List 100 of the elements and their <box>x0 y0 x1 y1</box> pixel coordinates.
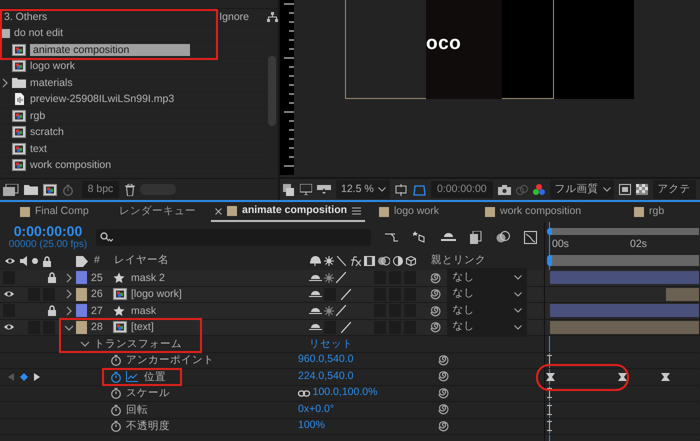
sun-icon[interactable] <box>324 272 334 283</box>
project-item[interactable]: rgb <box>30 110 46 122</box>
stopwatch-icon[interactable] <box>110 404 122 416</box>
pick-whip-icon[interactable] <box>430 304 442 317</box>
transparency-grid-icon[interactable] <box>636 184 648 195</box>
layer-name[interactable]: mask <box>131 304 309 317</box>
layer-name[interactable]: mask 2 <box>131 272 309 284</box>
shy-switch-icon[interactable] <box>309 306 322 316</box>
zoom-dropdown[interactable]: 12.5 % <box>336 180 390 200</box>
project-item[interactable]: do not edit <box>14 27 64 40</box>
eye-icon[interactable] <box>3 289 15 300</box>
layer-name[interactable]: [logo work] <box>131 288 309 300</box>
lock-icon[interactable] <box>47 305 57 316</box>
graph-icon[interactable] <box>126 371 138 382</box>
project-item[interactable]: materials <box>30 76 73 89</box>
graph-editor-icon[interactable] <box>524 230 537 244</box>
frame-blending-icon[interactable] <box>470 230 482 244</box>
chevron-down-icon[interactable] <box>80 339 90 348</box>
stopwatch-icon[interactable] <box>110 387 122 400</box>
trash-icon[interactable] <box>124 184 135 196</box>
column-header[interactable]: 3. Others <box>4 10 48 23</box>
chevron-right-icon[interactable] <box>1 78 9 88</box>
reset-link[interactable]: リセット <box>309 338 544 350</box>
eye-icon[interactable] <box>3 322 15 332</box>
column-header[interactable]: 親とリンク <box>423 253 486 269</box>
rgb-channels-icon[interactable] <box>532 184 545 196</box>
fx-icon[interactable] <box>349 256 361 266</box>
search-field[interactable] <box>96 228 371 246</box>
quality-slash-icon[interactable] <box>337 256 346 266</box>
pick-whip-icon[interactable] <box>438 403 450 416</box>
region-toggle-icon[interactable] <box>618 184 631 195</box>
quality-slash-icon[interactable] <box>341 288 351 300</box>
region-icon[interactable] <box>395 184 407 196</box>
keyframe-icon[interactable] <box>618 373 627 381</box>
project-item[interactable]: scratch <box>30 126 64 138</box>
new-composition-icon[interactable] <box>43 184 58 196</box>
sun-icon[interactable] <box>324 306 334 316</box>
property-value[interactable]: 0x+0.0° <box>298 402 334 418</box>
parent-dropdown[interactable]: なし <box>447 317 528 338</box>
add-keyframe-icon[interactable] <box>20 372 28 381</box>
property-value[interactable]: 224.0,540.0 <box>298 368 354 385</box>
pick-whip-icon[interactable] <box>438 386 450 399</box>
stopwatch-icon[interactable] <box>110 354 122 366</box>
timeline-tab[interactable]: rgb <box>630 202 670 222</box>
mask-path-icon[interactable] <box>412 184 426 196</box>
pick-whip-icon[interactable] <box>438 420 450 432</box>
layer-duration-bar[interactable] <box>666 288 699 301</box>
timeline-tab[interactable]: logo work <box>375 202 478 222</box>
chevron-right-icon[interactable] <box>65 289 73 300</box>
project-item[interactable]: text <box>30 142 47 155</box>
label-color-swatch[interactable] <box>76 304 87 318</box>
project-item[interactable]: animate composition <box>30 44 190 56</box>
pick-whip-icon[interactable] <box>438 370 450 382</box>
menu-icon[interactable] <box>352 207 362 215</box>
chevron-right-icon[interactable] <box>65 306 73 316</box>
stopwatch-icon[interactable] <box>110 370 122 383</box>
view-dropdown[interactable]: アクテ <box>652 180 696 200</box>
shy-layers-icon[interactable] <box>441 231 456 243</box>
new-folder-icon[interactable] <box>24 184 38 195</box>
cube-icon[interactable] <box>406 256 416 266</box>
stopwatch-icon[interactable] <box>110 420 122 432</box>
label-color-swatch[interactable] <box>76 320 87 334</box>
label-color-swatch[interactable] <box>76 288 87 301</box>
close-icon[interactable] <box>215 208 222 214</box>
quality-slash-icon[interactable] <box>336 272 346 284</box>
pick-whip-icon[interactable] <box>430 288 442 300</box>
eye-icon[interactable] <box>4 256 16 266</box>
film-icon[interactable] <box>364 256 375 266</box>
column-header[interactable]: # <box>88 253 114 269</box>
timeline-tab[interactable]: レンダーキュー <box>115 202 207 222</box>
speaker-icon[interactable] <box>20 256 28 266</box>
next-keyframe-icon[interactable] <box>34 372 40 381</box>
camera-icon[interactable] <box>498 184 511 194</box>
project-item[interactable]: work composition <box>30 159 112 172</box>
lock-icon[interactable] <box>47 272 57 284</box>
motion-blur-icon[interactable] <box>378 256 390 266</box>
timeline-tab[interactable]: animate composition <box>211 202 366 222</box>
shy-switch-icon[interactable] <box>309 322 322 332</box>
chevron-down-icon[interactable] <box>64 322 74 332</box>
bit-depth-field[interactable]: 8 bpc <box>82 180 120 198</box>
interpret-footage-icon[interactable] <box>2 184 19 196</box>
timeline-tab[interactable]: work composition <box>481 202 626 222</box>
lock-icon[interactable] <box>42 256 52 266</box>
quality-slash-icon[interactable] <box>336 305 346 316</box>
motion-blur-icon[interactable] <box>496 231 510 243</box>
shy-switch-icon[interactable] <box>309 289 322 300</box>
solo-dot-icon[interactable] <box>32 258 38 264</box>
property-group-label[interactable]: トランスフォーム <box>94 338 182 350</box>
project-item[interactable]: preview-25908ILwiLSn99I.mp3 <box>30 93 174 106</box>
property-value[interactable]: 960.0,540.0 <box>298 352 354 368</box>
keyframe-icon[interactable] <box>661 373 670 381</box>
timecode-field[interactable]: 0:00:00:00 <box>431 180 493 198</box>
label-color-swatch[interactable] <box>76 271 87 284</box>
layers-icon[interactable] <box>283 184 295 196</box>
chevron-right-icon[interactable] <box>65 272 73 283</box>
sun-icon[interactable] <box>324 256 334 266</box>
chain-link-icon[interactable] <box>298 388 310 398</box>
column-header[interactable]: Ignore <box>219 10 249 23</box>
pick-whip-icon[interactable] <box>430 321 442 334</box>
quality-slash-icon[interactable] <box>341 322 351 333</box>
